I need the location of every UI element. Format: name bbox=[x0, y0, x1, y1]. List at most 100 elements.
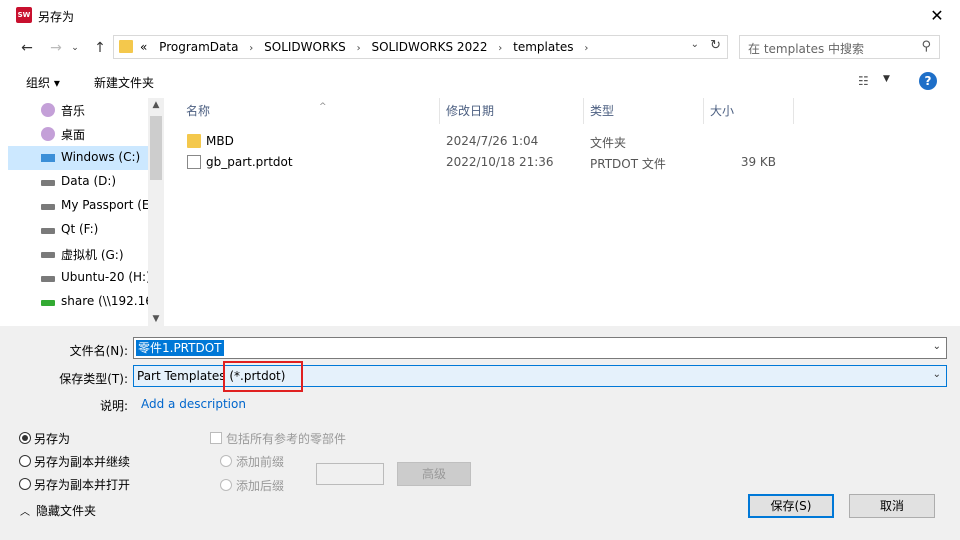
navigation-bar: ← → ⌄ ↑ « ProgramData › SOLIDWORKS › SOL… bbox=[0, 32, 960, 64]
crumb-prefix[interactable]: « bbox=[140, 40, 147, 54]
chevron-down-icon[interactable]: ⌄ bbox=[933, 341, 941, 352]
sidebar-item-data-d[interactable]: Data (D:) bbox=[8, 170, 148, 194]
breadcrumb: « ProgramData › SOLIDWORKS › SOLIDWORKS … bbox=[140, 40, 595, 54]
scrollbar-thumb[interactable] bbox=[150, 116, 162, 180]
advanced-button[interactable]: 高级 bbox=[397, 462, 471, 486]
search-placeholder: 在 templates 中搜索 bbox=[748, 42, 865, 56]
sidebar-item-ubuntu-h[interactable]: Ubuntu-20 (H:) bbox=[8, 266, 151, 290]
save-as-radio[interactable] bbox=[19, 432, 31, 444]
add-prefix-radio[interactable] bbox=[220, 455, 232, 467]
file-type: 文件夹 bbox=[590, 136, 627, 150]
chevron-right-icon[interactable]: › bbox=[584, 43, 588, 54]
column-divider[interactable] bbox=[793, 98, 794, 124]
save-as-copy-continue-radio[interactable] bbox=[19, 455, 31, 467]
save-options-panel: 文件名(N): 零件1.PRTDOT ⌄ 保存类型(T): Part Templ… bbox=[0, 326, 960, 540]
add-prefix-label: 添加前缀 bbox=[236, 455, 285, 469]
sidebar-item-my-passport-e[interactable]: My Passport (E bbox=[8, 194, 150, 218]
sidebar-item-label: My Passport (E bbox=[61, 198, 150, 212]
include-refs-checkbox[interactable] bbox=[210, 432, 222, 444]
cancel-button[interactable]: 取消 bbox=[849, 494, 935, 518]
filename-input[interactable]: 零件1.PRTDOT ⌄ bbox=[133, 337, 947, 359]
include-refs-label: 包括所有参考的零部件 bbox=[226, 432, 347, 446]
annotation-highlight-box bbox=[223, 361, 303, 392]
music-icon bbox=[41, 103, 55, 117]
scroll-down-icon[interactable]: ▼ bbox=[148, 314, 164, 324]
add-suffix-radio[interactable] bbox=[220, 479, 232, 491]
column-header-size[interactable]: 大小 bbox=[703, 98, 793, 124]
refresh-icon[interactable]: ↻ bbox=[710, 38, 721, 53]
file-row-gb-part[interactable]: gb_part.prtdot 2022/10/18 21:36 PRTDOT 文… bbox=[165, 152, 948, 173]
sidebar-item-share-network[interactable]: share (\\192.16 bbox=[8, 290, 153, 314]
filetype-label: 保存类型(T): bbox=[59, 372, 128, 386]
sidebar-item-label: Qt (F:) bbox=[61, 222, 99, 236]
description-label: 说明: bbox=[99, 399, 128, 413]
search-input[interactable]: 在 templates 中搜索 ⚲ bbox=[739, 35, 940, 59]
column-header-type[interactable]: 类型 bbox=[583, 98, 703, 124]
column-header-name[interactable]: 名称 ^ bbox=[179, 98, 439, 124]
document-icon bbox=[187, 155, 201, 169]
back-button[interactable]: ← bbox=[16, 38, 38, 58]
navigation-scrollbar[interactable]: ▲ ▼ bbox=[148, 98, 164, 326]
navigation-pane: 音乐 桌面 Windows (C:) Data (D:) My Passport… bbox=[8, 98, 164, 326]
column-header-date[interactable]: 修改日期 bbox=[439, 98, 583, 124]
save-as-label[interactable]: 另存为 bbox=[34, 430, 70, 447]
breadcrumb-templates[interactable]: templates bbox=[513, 40, 573, 54]
close-button[interactable]: ✕ bbox=[914, 0, 960, 32]
prefix-suffix-input[interactable] bbox=[316, 463, 384, 485]
chevron-down-icon[interactable]: ⌄ bbox=[691, 39, 699, 50]
sidebar-item-qt-f[interactable]: Qt (F:) bbox=[8, 218, 148, 242]
file-list-scrollbar[interactable] bbox=[948, 98, 960, 326]
view-options-icon[interactable]: ☷ bbox=[858, 74, 869, 88]
filename-value: 零件1.PRTDOT bbox=[136, 340, 224, 356]
sidebar-item-vm-g[interactable]: 虚拟机 (G:) bbox=[8, 242, 148, 266]
save-as-copy-continue-label[interactable]: 另存为副本并继续 bbox=[34, 453, 130, 470]
chevron-down-icon[interactable]: ▼ bbox=[883, 74, 890, 84]
new-folder-button[interactable]: 新建文件夹 bbox=[94, 74, 154, 91]
add-suffix-label: 添加后缀 bbox=[236, 479, 285, 493]
sidebar-item-label: Data (D:) bbox=[61, 174, 117, 188]
windows-drive-icon bbox=[41, 154, 55, 162]
help-icon[interactable]: ? bbox=[919, 72, 937, 90]
file-size: 39 KB bbox=[740, 155, 776, 169]
hide-folders-toggle[interactable]: ︿ 隐藏文件夹 bbox=[20, 502, 96, 519]
file-date: 2024/7/26 1:04 bbox=[446, 134, 539, 148]
file-type: PRTDOT 文件 bbox=[590, 157, 666, 171]
organize-button[interactable]: 组织 ▾ bbox=[26, 74, 60, 91]
breadcrumb-solidworks-2022[interactable]: SOLIDWORKS 2022 bbox=[371, 40, 487, 54]
save-as-copy-open-radio[interactable] bbox=[19, 478, 31, 490]
save-as-copy-open-label[interactable]: 另存为副本并打开 bbox=[34, 476, 130, 493]
chevron-right-icon[interactable]: › bbox=[357, 43, 361, 54]
save-button[interactable]: 保存(S) bbox=[748, 494, 834, 518]
sidebar-item-label: Windows (C:) bbox=[61, 150, 141, 164]
scroll-up-icon[interactable]: ▲ bbox=[148, 100, 164, 110]
breadcrumb-programdata[interactable]: ProgramData bbox=[159, 40, 238, 54]
solidworks-app-icon: SW bbox=[16, 7, 32, 23]
file-date: 2022/10/18 21:36 bbox=[446, 155, 554, 169]
sidebar-item-label: 虚拟机 (G:) bbox=[61, 248, 124, 262]
add-description-link[interactable]: Add a description bbox=[141, 397, 246, 411]
breadcrumb-solidworks[interactable]: SOLIDWORKS bbox=[264, 40, 346, 54]
sidebar-item-label: 桌面 bbox=[61, 128, 86, 142]
file-name: gb_part.prtdot bbox=[206, 155, 293, 169]
desktop-icon bbox=[41, 127, 55, 141]
hide-folders-label: 隐藏文件夹 bbox=[36, 504, 97, 518]
chevron-right-icon[interactable]: › bbox=[249, 43, 253, 54]
network-drive-icon bbox=[41, 300, 55, 306]
drive-icon bbox=[41, 276, 55, 282]
file-list: 名称 ^ 修改日期 类型 大小 MBD 2024/7/26 1:04 文件夹 g… bbox=[165, 98, 948, 326]
sidebar-item-windows-c[interactable]: Windows (C:) bbox=[8, 146, 148, 170]
search-icon[interactable]: ⚲ bbox=[921, 39, 931, 54]
sidebar-item-music[interactable]: 音乐 bbox=[8, 98, 148, 122]
file-row-mbd[interactable]: MBD 2024/7/26 1:04 文件夹 bbox=[165, 131, 948, 152]
chevron-right-icon[interactable]: › bbox=[498, 43, 502, 54]
folder-icon bbox=[187, 134, 201, 148]
sidebar-item-label: Ubuntu-20 (H:) bbox=[61, 270, 151, 284]
chevron-down-icon[interactable]: ⌄ bbox=[933, 369, 941, 380]
recent-locations-chevron-icon[interactable]: ⌄ bbox=[64, 38, 86, 58]
filename-label: 文件名(N): bbox=[69, 344, 128, 358]
up-button[interactable]: ↑ bbox=[89, 38, 111, 58]
folder-icon bbox=[119, 40, 133, 53]
column-name-label: 名称 bbox=[186, 104, 211, 118]
sidebar-item-desktop[interactable]: 桌面 bbox=[8, 122, 148, 146]
address-bar[interactable]: « ProgramData › SOLIDWORKS › SOLIDWORKS … bbox=[113, 35, 728, 59]
